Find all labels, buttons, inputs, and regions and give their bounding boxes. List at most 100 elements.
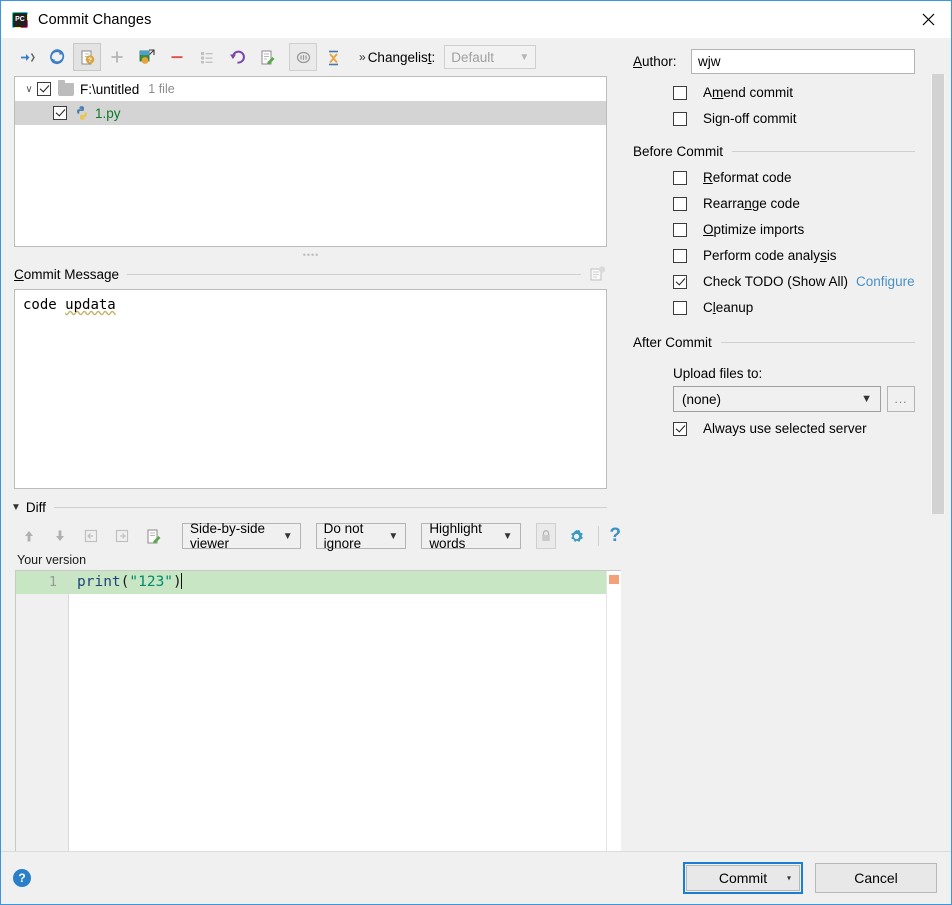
expand-collapse-icon[interactable] <box>319 43 347 71</box>
close-icon[interactable] <box>905 1 951 37</box>
changed-files-tree[interactable]: ∨ F:\untitled 1 file 1.py <box>14 76 607 247</box>
lock-icon[interactable] <box>535 523 556 549</box>
cleanup-checkbox[interactable] <box>673 300 687 315</box>
line-number-gutter: 1 <box>16 571 69 851</box>
diff-header-divider <box>53 506 607 508</box>
file-checkbox[interactable] <box>53 106 67 120</box>
revert-icon[interactable] <box>223 43 251 71</box>
commit-button[interactable]: Commit ▾ <box>686 865 800 891</box>
options-scrollbar[interactable] <box>931 74 945 514</box>
help-question-icon[interactable]: ? <box>609 525 621 547</box>
commit-options-panel: Author: Amend commit Sign-off commit Bef… <box>621 38 951 851</box>
tree-message-splitter[interactable]: •••• <box>1 247 621 263</box>
expand-arrow-icon[interactable]: ∨ <box>21 84 37 95</box>
before-commit-title: Before Commit <box>633 144 724 159</box>
optimize-imports-checkbox[interactable] <box>673 222 687 237</box>
delete-icon[interactable] <box>163 43 191 71</box>
toolbar-divider <box>597 526 599 546</box>
commit-message-input[interactable]: code updata <box>14 289 607 489</box>
changelist-chevron-icon[interactable]: » <box>359 50 366 64</box>
collapse-caret-icon[interactable]: ▼ <box>11 502 21 513</box>
chevron-down-icon: ▼ <box>861 393 872 405</box>
sign-off-commit-checkbox-row[interactable]: Sign-off commit <box>633 111 951 126</box>
diff-highlight-value: Highlight words <box>429 521 482 551</box>
commit-message-misspelled-word: updata <box>65 297 116 313</box>
left-panel: ? » Changelist: Default ▼ ∨ F:\untitled … <box>1 38 621 851</box>
refresh-icon[interactable] <box>43 43 71 71</box>
cancel-button-label: Cancel <box>854 870 898 886</box>
chevron-down-icon: ▼ <box>519 51 530 63</box>
browse-servers-button[interactable]: ... <box>887 386 915 412</box>
dialog-body: ? » Changelist: Default ▼ ∨ F:\untitled … <box>1 38 951 851</box>
next-difference-icon[interactable] <box>46 523 74 549</box>
edit-source-icon[interactable] <box>253 43 281 71</box>
previous-difference-icon[interactable] <box>15 523 43 549</box>
configure-todo-link[interactable]: Configure <box>856 274 915 289</box>
diff-marker-stripe[interactable] <box>606 571 621 851</box>
line-number: 1 <box>16 571 68 594</box>
optimize-imports-label: Optimize imports <box>703 222 805 237</box>
upload-server-select[interactable]: (none) ▼ <box>673 386 881 412</box>
show-diff-icon[interactable] <box>13 43 41 71</box>
apply-left-icon[interactable] <box>77 523 105 549</box>
perform-code-analysis-label: Perform code analysis <box>703 248 837 263</box>
gear-icon[interactable] <box>567 523 587 549</box>
perform-code-analysis-checkbox-row[interactable]: Perform code analysis <box>633 248 951 263</box>
diff-code-area[interactable]: 1 print("123") <box>15 570 621 851</box>
show-ignored-icon[interactable] <box>289 43 317 71</box>
changes-toolbar: ? » Changelist: Default ▼ <box>1 38 621 76</box>
diff-highlight-select[interactable]: Highlight words ▼ <box>421 521 521 551</box>
always-use-selected-server-checkbox[interactable] <box>673 421 687 436</box>
amend-commit-checkbox-row[interactable]: Amend commit <box>633 85 951 100</box>
dialog-footer: ? Commit ▾ Cancel <box>1 851 951 904</box>
cleanup-label: Cleanup <box>703 300 754 315</box>
check-todo-checkbox[interactable] <box>673 274 687 289</box>
list-icon[interactable] <box>193 43 221 71</box>
author-field[interactable] <box>691 49 915 74</box>
optimize-imports-checkbox-row[interactable]: Optimize imports <box>633 222 951 237</box>
after-commit-group-header: After Commit <box>633 335 951 350</box>
amend-commit-checkbox[interactable] <box>673 85 687 100</box>
author-label: Author: <box>633 54 677 69</box>
commit-dropdown-arrow-icon[interactable]: ▾ <box>787 874 791 883</box>
pycharm-logo-icon <box>12 11 28 28</box>
commit-message-value-start: code <box>23 297 66 313</box>
reformat-code-checkbox[interactable] <box>673 170 687 185</box>
before-commit-group-header: Before Commit <box>633 144 951 159</box>
tree-row-folder[interactable]: ∨ F:\untitled 1 file <box>15 77 606 101</box>
group-by-icon[interactable]: ? <box>73 43 101 71</box>
help-icon[interactable]: ? <box>13 869 31 887</box>
changelist-label: Changelist: <box>367 49 436 65</box>
changelist-select[interactable]: Default ▼ <box>444 45 537 69</box>
diff-pane-label: Your version <box>17 553 87 567</box>
rearrange-code-checkbox[interactable] <box>673 196 687 211</box>
diff-viewer-mode-select[interactable]: Side-by-side viewer ▼ <box>182 521 301 551</box>
diff-ignore-select[interactable]: Do not ignore ▼ <box>315 521 407 551</box>
tree-row-file[interactable]: 1.py <box>15 101 606 125</box>
rearrange-code-checkbox-row[interactable]: Rearrange code <box>633 196 951 211</box>
diff-change-marker[interactable] <box>609 575 619 584</box>
text-caret <box>180 573 183 589</box>
code-line[interactable]: print("123") <box>69 571 621 594</box>
sign-off-commit-checkbox[interactable] <box>673 111 687 126</box>
always-use-selected-server-row[interactable]: Always use selected server <box>633 421 951 436</box>
move-to-changelist-icon[interactable] <box>133 43 161 71</box>
code-token-function: print <box>77 574 121 590</box>
apply-right-icon[interactable] <box>108 523 136 549</box>
reformat-code-label: Reformat code <box>703 170 792 185</box>
reformat-code-checkbox-row[interactable]: Reformat code <box>633 170 951 185</box>
commit-message-text: code updata <box>23 296 598 314</box>
cleanup-checkbox-row[interactable]: Cleanup <box>633 300 951 315</box>
check-todo-checkbox-row[interactable]: Check TODO (Show All) Configure <box>633 274 951 289</box>
commit-button-label: Commit <box>718 870 768 886</box>
rearrange-code-label: Rearrange code <box>703 196 800 211</box>
folder-checkbox[interactable] <box>37 82 51 96</box>
message-history-icon[interactable] <box>589 265 607 283</box>
jump-to-source-icon[interactable] <box>139 523 167 549</box>
code-body[interactable]: print("123") <box>69 571 621 851</box>
cancel-button[interactable]: Cancel <box>815 863 937 893</box>
perform-code-analysis-checkbox[interactable] <box>673 248 687 263</box>
diff-section-header[interactable]: ▼ Diff <box>1 495 621 519</box>
add-icon[interactable] <box>103 43 131 71</box>
scrollbar-thumb[interactable] <box>932 74 944 514</box>
